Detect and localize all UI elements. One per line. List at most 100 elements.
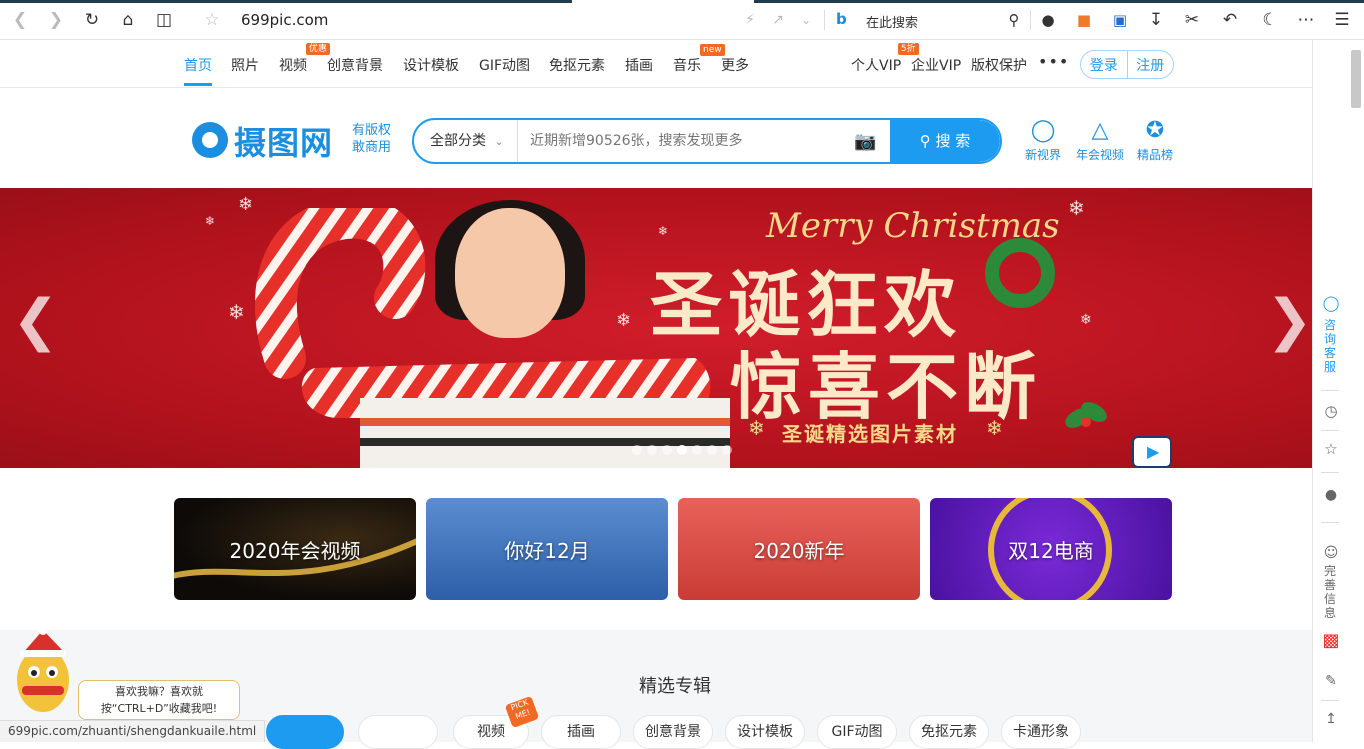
toolbar-divider: [1030, 10, 1031, 30]
banner-dot[interactable]: [722, 445, 732, 455]
nav-illustration[interactable]: 插画: [625, 55, 653, 75]
nav-more-dots-icon[interactable]: •••: [1038, 52, 1069, 71]
banner-dot-active[interactable]: [677, 445, 687, 455]
back-icon[interactable]: ❮: [8, 8, 32, 32]
link-annual-video[interactable]: △ 年会视频: [1075, 116, 1125, 163]
camera-icon[interactable]: 📷: [854, 131, 876, 152]
mascot-character[interactable]: [12, 628, 74, 716]
nav-gif[interactable]: GIF动图: [479, 55, 530, 75]
more-icon[interactable]: ⋯: [1294, 8, 1318, 32]
toolbar-divider: [824, 10, 825, 30]
lightning-icon[interactable]: ⚡: [738, 8, 762, 32]
tab-strip-line: [0, 0, 572, 3]
undo-icon[interactable]: ↶: [1218, 8, 1242, 32]
search-icon[interactable]: ⚲: [1002, 8, 1026, 32]
trophy-icon: △: [1091, 118, 1109, 143]
banner-prev-arrow-icon[interactable]: ❮: [12, 288, 59, 353]
login-button[interactable]: 登录: [1081, 55, 1127, 75]
coins-icon[interactable]: ●: [1319, 488, 1343, 502]
pill-blank[interactable]: [358, 715, 438, 749]
chevron-down-icon[interactable]: ⌄: [794, 8, 818, 32]
banner-subtitle: 圣诞精选图片素材: [782, 422, 958, 446]
snowflake-icon: ❄: [228, 300, 245, 324]
nav-photo[interactable]: 照片: [231, 55, 259, 75]
banner-dot[interactable]: [647, 445, 657, 455]
headset-icon[interactable]: ◯: [1319, 296, 1343, 311]
star-icon[interactable]: ☆: [1319, 442, 1343, 457]
menu-icon[interactable]: ☰: [1330, 8, 1354, 32]
banner-dot[interactable]: [662, 445, 672, 455]
banner-dot[interactable]: [692, 445, 702, 455]
register-button[interactable]: 注册: [1128, 55, 1174, 75]
nav-design-template[interactable]: 设计模板: [403, 55, 459, 75]
nav-copyright[interactable]: 版权保护: [971, 55, 1027, 75]
wreath-icon: [985, 238, 1055, 308]
scissors-icon[interactable]: ✂: [1180, 8, 1204, 32]
top-icon[interactable]: ↥: [1319, 712, 1343, 726]
site-header: 摄图网 有版权敢商用 全部分类 ⌄ 📷 ⚲ 搜 索 ◯ 新视界 △ 年会视频 ✪…: [0, 88, 1312, 188]
video-discount-badge: 优惠: [306, 43, 331, 55]
topic-card-annual-video[interactable]: 2020年会视频: [174, 498, 416, 600]
reader-icon[interactable]: ◫: [152, 8, 176, 32]
nav-more[interactable]: 更多: [721, 55, 749, 75]
nav-creative-bg[interactable]: 创意背景: [327, 55, 383, 75]
site-logo[interactable]: 摄图网: [234, 118, 333, 164]
search-category-select[interactable]: 全部分类 ⌄: [414, 120, 518, 162]
forward-icon[interactable]: ❯: [44, 8, 68, 32]
pill-design-template[interactable]: 设计模板: [725, 715, 805, 749]
download-icon[interactable]: ↧: [1144, 8, 1168, 32]
extension-icon[interactable]: ▣: [1108, 8, 1132, 32]
tv-play-icon[interactable]: ▶: [1132, 436, 1172, 468]
consult-service-label[interactable]: 咨询客服: [1319, 318, 1341, 374]
nav-personal-vip[interactable]: 个人VIP: [851, 55, 901, 75]
moon-icon[interactable]: ☾: [1258, 8, 1282, 32]
user-icon[interactable]: ☺: [1319, 546, 1343, 560]
sweater-pattern: [360, 398, 730, 468]
nav-video[interactable]: 视频: [279, 55, 307, 75]
complete-profile-label[interactable]: 完善信息: [1319, 564, 1341, 620]
logo-icon[interactable]: [192, 122, 228, 158]
star-icon[interactable]: ☆: [200, 8, 224, 32]
reload-icon[interactable]: ↻: [80, 8, 104, 32]
home-icon[interactable]: ⌂: [116, 8, 140, 32]
link-top-picks[interactable]: ✪ 精品榜: [1130, 116, 1180, 163]
bing-icon[interactable]: b: [836, 10, 847, 28]
model-face: [455, 208, 565, 338]
pill-active[interactable]: [266, 715, 344, 749]
topic-card-hello-december[interactable]: 你好12月: [426, 498, 668, 600]
snowflake-icon: ❄: [1080, 312, 1092, 328]
sidebar-divider: [1321, 390, 1339, 391]
banner-dot[interactable]: [707, 445, 717, 455]
pill-cutout[interactable]: 免抠元素: [909, 715, 989, 749]
address-bar[interactable]: 699pic.com: [241, 11, 328, 29]
auth-group: 登录 注册: [1080, 50, 1174, 79]
browser-search-input[interactable]: 在此搜索: [866, 12, 918, 31]
hero-banner[interactable]: ❄ ❄ ❄ ❄ ❄ ❄ ❄ ❮ ❯ Merry Christmas 圣诞狂欢 惊…: [0, 188, 1312, 468]
share-icon[interactable]: ↗: [766, 8, 790, 32]
pill-illustration[interactable]: 插画: [541, 715, 621, 749]
search-category-label: 全部分类: [430, 133, 486, 149]
link-new-vision[interactable]: ◯ 新视界: [1018, 116, 1068, 163]
clock-icon[interactable]: ◷: [1319, 404, 1343, 419]
gift-icon[interactable]: ▩: [1319, 632, 1343, 650]
nav-cutout[interactable]: 免抠元素: [549, 55, 605, 75]
search-button[interactable]: ⚲ 搜 索: [890, 120, 1000, 162]
topic-card-label: 2020年会视频: [229, 538, 361, 563]
topic-card-double12[interactable]: 双12电商: [930, 498, 1172, 600]
pill-cartoon[interactable]: 卡通形象: [1001, 715, 1081, 749]
nav-home[interactable]: 首页: [184, 55, 212, 75]
pill-gif[interactable]: GIF动图: [817, 715, 897, 749]
banner-dot[interactable]: [632, 445, 642, 455]
snowflake-icon: ❄: [986, 416, 1003, 440]
banner-next-arrow-icon[interactable]: ❯: [1266, 288, 1312, 353]
gamepad-icon[interactable]: ■: [1072, 8, 1096, 32]
lightbulb-icon[interactable]: ●: [1036, 8, 1060, 32]
pill-creative-bg[interactable]: 创意背景: [633, 715, 713, 749]
nav-enterprise-vip[interactable]: 企业VIP: [911, 55, 961, 75]
nav-music[interactable]: 音乐: [673, 55, 701, 75]
edit-icon[interactable]: ✎: [1319, 674, 1343, 688]
topic-card-new-year[interactable]: 2020新年: [678, 498, 920, 600]
search-input[interactable]: [528, 120, 848, 162]
scrollbar-thumb[interactable]: [1351, 50, 1361, 108]
search-box: 全部分类 ⌄ 📷 ⚲ 搜 索: [412, 118, 1002, 164]
